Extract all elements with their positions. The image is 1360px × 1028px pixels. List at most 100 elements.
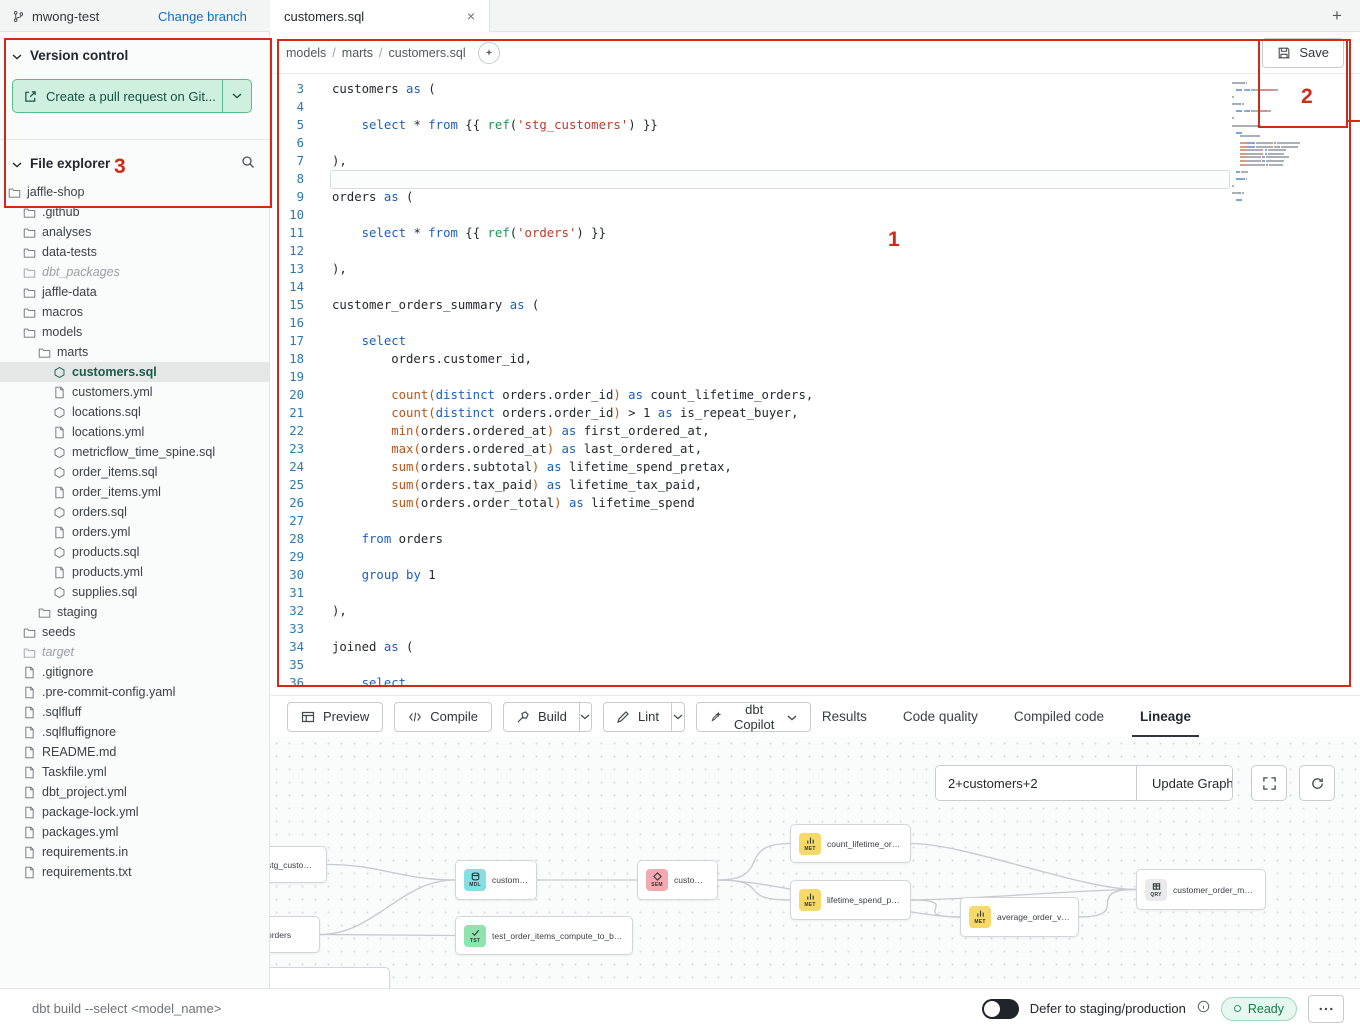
tab-close-icon[interactable]: × bbox=[467, 8, 475, 24]
tree-item-macros[interactable]: macros bbox=[0, 302, 269, 322]
code-line-25[interactable]: 25 sum(orders.tax_paid) as lifetime_tax_… bbox=[270, 476, 1360, 494]
tree-item-.sqlfluff[interactable]: .sqlfluff bbox=[0, 702, 269, 722]
tree-item-products.yml[interactable]: products.yml bbox=[0, 562, 269, 582]
code-line-30[interactable]: 30 group by 1 bbox=[270, 566, 1360, 584]
tree-item-package-lock.yml[interactable]: package-lock.yml bbox=[0, 802, 269, 822]
tree-item-metricflow_time_spine.sql[interactable]: metricflow_time_spine.sql bbox=[0, 442, 269, 462]
tree-item-dbt_packages[interactable]: dbt_packages bbox=[0, 262, 269, 282]
tree-item-jaffle-data[interactable]: jaffle-data bbox=[0, 282, 269, 302]
copilot-circle-button[interactable] bbox=[478, 42, 500, 64]
code-line-21[interactable]: 21 count(distinct orders.order_id) > 1 a… bbox=[270, 404, 1360, 422]
current-branch[interactable]: mwong-test bbox=[12, 0, 99, 32]
code-line-3[interactable]: 3customers as ( bbox=[270, 80, 1360, 98]
lineage-node-test_bools[interactable]: TSTtest_order_items_compute_to_bools... bbox=[455, 916, 633, 955]
info-icon[interactable] bbox=[1197, 1000, 1210, 1018]
code-line-28[interactable]: 28 from orders bbox=[270, 530, 1360, 548]
tree-item-orders.yml[interactable]: orders.yml bbox=[0, 522, 269, 542]
code-line-24[interactable]: 24 sum(orders.subtotal) as lifetime_spen… bbox=[270, 458, 1360, 476]
tree-item-seeds[interactable]: seeds bbox=[0, 622, 269, 642]
lineage-node-count_lifetime_orders[interactable]: METcount_lifetime_orders bbox=[790, 824, 911, 863]
code-line-33[interactable]: 33 bbox=[270, 620, 1360, 638]
tree-item-.github[interactable]: .github bbox=[0, 202, 269, 222]
breadcrumb-marts[interactable]: marts bbox=[342, 46, 373, 60]
dbt-copilot-button[interactable]: dbt Copilot bbox=[696, 702, 810, 732]
lineage-node-customers_sem[interactable]: SEMcustomers bbox=[637, 860, 718, 900]
code-line-27[interactable]: 27 bbox=[270, 512, 1360, 530]
tree-item-dbt_project.yml[interactable]: dbt_project.yml bbox=[0, 782, 269, 802]
file-search-button[interactable] bbox=[241, 155, 255, 172]
tree-item-marts[interactable]: marts bbox=[0, 342, 269, 362]
code-line-29[interactable]: 29 bbox=[270, 548, 1360, 566]
create-pull-request-main[interactable]: Create a pull request on Git... bbox=[13, 80, 222, 112]
create-pull-request-button[interactable]: Create a pull request on Git... bbox=[12, 79, 252, 113]
tree-item-analyses[interactable]: analyses bbox=[0, 222, 269, 242]
lineage-node-customers_model[interactable]: MDLcustomers bbox=[455, 860, 537, 900]
lineage-node-average_order_value[interactable]: METaverage_order_value bbox=[960, 897, 1079, 937]
code-line-36[interactable]: 36 select bbox=[270, 674, 1360, 692]
code-line-5[interactable]: 5 select * from {{ ref('stg_customers') … bbox=[270, 116, 1360, 134]
tree-item-.pre-commit-config.yaml[interactable]: .pre-commit-config.yaml bbox=[0, 682, 269, 702]
code-line-20[interactable]: 20 count(distinct orders.order_id) as co… bbox=[270, 386, 1360, 404]
lineage-selector-input[interactable] bbox=[936, 766, 1136, 800]
version-control-header[interactable]: Version control bbox=[12, 48, 255, 63]
code-line-9[interactable]: 9orders as ( bbox=[270, 188, 1360, 206]
new-tab-button[interactable]: + bbox=[1324, 3, 1350, 29]
tree-item-orders.sql[interactable]: orders.sql bbox=[0, 502, 269, 522]
code-editor[interactable]: 3customers as (45 select * from {{ ref('… bbox=[270, 74, 1360, 695]
tree-item-.sqlfluffignore[interactable]: .sqlfluffignore bbox=[0, 722, 269, 742]
code-line-26[interactable]: 26 sum(orders.order_total) as lifetime_s… bbox=[270, 494, 1360, 512]
tree-item-requirements.txt[interactable]: requirements.txt bbox=[0, 862, 269, 882]
tree-item-README.md[interactable]: README.md bbox=[0, 742, 269, 762]
lineage-node-lifetime_spend_pretax[interactable]: METlifetime_spend_pretax bbox=[790, 880, 911, 920]
lineage-node-partial[interactable] bbox=[270, 967, 390, 988]
code-line-35[interactable]: 35 bbox=[270, 656, 1360, 674]
code-line-10[interactable]: 10 bbox=[270, 206, 1360, 224]
tree-item-customers.sql[interactable]: customers.sql bbox=[0, 362, 269, 382]
code-line-31[interactable]: 31 bbox=[270, 584, 1360, 602]
tree-item-jaffle-shop[interactable]: jaffle-shop bbox=[0, 182, 269, 202]
code-line-13[interactable]: 13), bbox=[270, 260, 1360, 278]
code-line-8[interactable]: 8 bbox=[270, 170, 1360, 188]
tree-item-order_items.sql[interactable]: order_items.sql bbox=[0, 462, 269, 482]
code-line-12[interactable]: 12 bbox=[270, 242, 1360, 260]
change-branch-link[interactable]: Change branch bbox=[158, 0, 247, 32]
compile-button[interactable]: Compile bbox=[394, 702, 492, 732]
code-line-15[interactable]: 15customer_orders_summary as ( bbox=[270, 296, 1360, 314]
tab-code-quality[interactable]: Code quality bbox=[903, 696, 978, 738]
breadcrumb-models[interactable]: models bbox=[286, 46, 326, 60]
lineage-node-orders[interactable]: MDLorders bbox=[270, 916, 320, 953]
tree-item-order_items.yml[interactable]: order_items.yml bbox=[0, 482, 269, 502]
lint-dropdown[interactable] bbox=[671, 703, 684, 731]
tab-results[interactable]: Results bbox=[822, 696, 867, 738]
file-explorer-header[interactable]: File explorer bbox=[0, 140, 269, 182]
save-button[interactable]: Save bbox=[1262, 38, 1344, 68]
code-line-14[interactable]: 14 bbox=[270, 278, 1360, 296]
tree-item-products.sql[interactable]: products.sql bbox=[0, 542, 269, 562]
build-button[interactable]: Build bbox=[504, 703, 579, 731]
code-line-23[interactable]: 23 max(orders.ordered_at) as last_ordere… bbox=[270, 440, 1360, 458]
tree-item-data-tests[interactable]: data-tests bbox=[0, 242, 269, 262]
code-line-34[interactable]: 34joined as ( bbox=[270, 638, 1360, 656]
refresh-button[interactable] bbox=[1299, 765, 1335, 801]
open-file-tab[interactable]: customers.sql × bbox=[270, 0, 490, 32]
tree-item-models[interactable]: models bbox=[0, 322, 269, 342]
tree-item-requirements.in[interactable]: requirements.in bbox=[0, 842, 269, 862]
defer-toggle[interactable] bbox=[982, 999, 1019, 1019]
lineage-node-customer_order_metrics[interactable]: QRYcustomer_order_metrics bbox=[1136, 869, 1266, 910]
more-options-button[interactable] bbox=[1308, 995, 1344, 1023]
preview-button[interactable]: Preview bbox=[287, 702, 383, 732]
fullscreen-button[interactable] bbox=[1251, 765, 1287, 801]
tab-compiled-code[interactable]: Compiled code bbox=[1014, 696, 1104, 738]
build-dropdown[interactable] bbox=[579, 703, 591, 731]
code-line-6[interactable]: 6 bbox=[270, 134, 1360, 152]
code-line-16[interactable]: 16 bbox=[270, 314, 1360, 332]
editor-minimap[interactable] bbox=[1232, 82, 1318, 203]
tree-item-staging[interactable]: staging bbox=[0, 602, 269, 622]
code-line-22[interactable]: 22 min(orders.ordered_at) as first_order… bbox=[270, 422, 1360, 440]
lint-button[interactable]: Lint bbox=[604, 703, 671, 731]
pull-request-dropdown[interactable] bbox=[222, 80, 251, 112]
tree-item-locations.sql[interactable]: locations.sql bbox=[0, 402, 269, 422]
tree-item-target[interactable]: target bbox=[0, 642, 269, 662]
code-line-4[interactable]: 4 bbox=[270, 98, 1360, 116]
tree-item-customers.yml[interactable]: customers.yml bbox=[0, 382, 269, 402]
